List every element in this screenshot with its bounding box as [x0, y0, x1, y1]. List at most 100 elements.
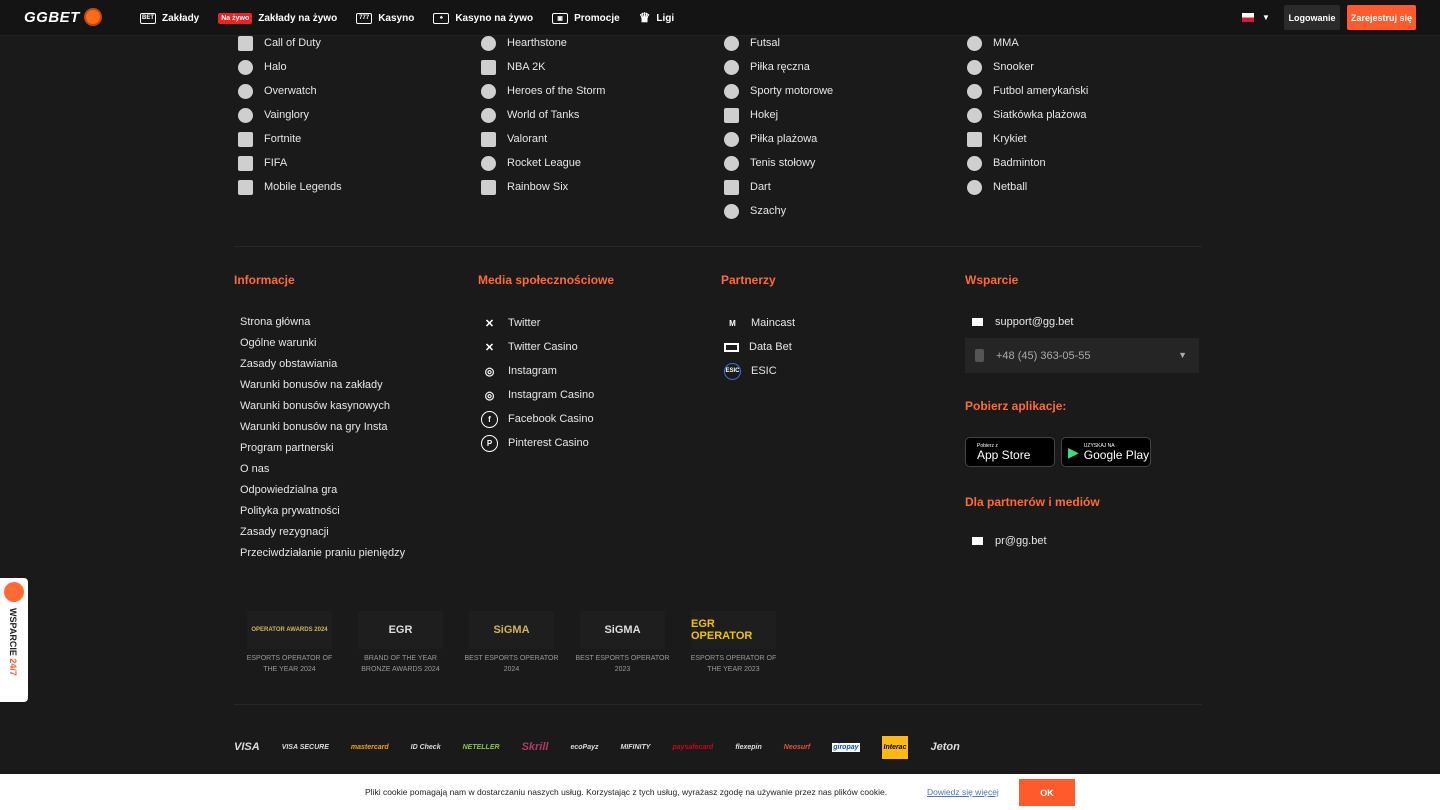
- darts-icon: [724, 179, 739, 195]
- payment-logo: NETELLER: [462, 743, 500, 751]
- info-link[interactable]: Warunki bonusów na zakłady: [240, 374, 405, 395]
- game-link[interactable]: Piłka ręczna: [724, 55, 833, 79]
- social-link-instagram-casino[interactable]: ◎ Instagram Casino: [481, 383, 595, 407]
- halo-icon: [238, 59, 253, 75]
- motorsport-icon: [724, 83, 739, 99]
- chevron-down-icon: ▼: [1178, 350, 1187, 360]
- social-link-twitter[interactable]: ✕ Twitter: [481, 311, 594, 335]
- pr-email[interactable]: pr@gg.bet: [972, 535, 1047, 547]
- game-link[interactable]: Futsal: [724, 31, 833, 55]
- vainglory-icon: [238, 107, 253, 123]
- chevron-down-icon[interactable]: ▼: [1262, 13, 1270, 22]
- cookie-ok-button[interactable]: OK: [1019, 779, 1075, 806]
- app-store-button[interactable]: Pobierz z App Store: [965, 437, 1055, 467]
- game-link[interactable]: Snooker: [967, 55, 1088, 79]
- chat-icon: [4, 582, 24, 602]
- game-link[interactable]: Krykiet: [967, 127, 1088, 151]
- game-link[interactable]: Heroes of the Storm: [481, 79, 605, 103]
- game-link[interactable]: Rocket League: [481, 151, 605, 175]
- game-link[interactable]: Piłka plażowa: [724, 127, 833, 151]
- game-link[interactable]: FIFA: [238, 151, 342, 175]
- game-link[interactable]: Sporty motorowe: [724, 79, 833, 103]
- award-logo: OPERATOR AWARDS 2024: [247, 611, 332, 649]
- nav-zaklady-na-zywo[interactable]: Na żywo Zakłady na żywo: [218, 12, 337, 24]
- game-link[interactable]: Dart: [724, 175, 833, 199]
- info-link[interactable]: Warunki bonusów na gry Insta: [240, 416, 405, 437]
- google-play-button[interactable]: ▶ UZYSKAJ NA Google Play: [1061, 437, 1151, 467]
- cookie-learn-more-link[interactable]: Dowiedz się więcej: [927, 787, 999, 797]
- game-link[interactable]: Hokej: [724, 103, 833, 127]
- game-link[interactable]: Tenis stołowy: [724, 151, 833, 175]
- info-link[interactable]: Polityka prywatności: [240, 500, 405, 521]
- info-link[interactable]: Ogólne warunki: [240, 332, 405, 353]
- futsal-icon: [724, 35, 739, 51]
- phone-select[interactable]: +48 (45) 363-05-55 ▼: [965, 338, 1199, 373]
- info-link[interactable]: O nas: [240, 458, 405, 479]
- payment-logo: giropay: [832, 742, 860, 752]
- award-logo: EGR: [358, 611, 443, 649]
- american-football-icon: [967, 83, 982, 99]
- game-link[interactable]: Overwatch: [238, 79, 342, 103]
- cookie-text: Pliki cookie pomagają nam w dostarczaniu…: [365, 787, 888, 797]
- table-tennis-icon: [724, 155, 739, 171]
- social-link-facebook-casino[interactable]: f Facebook Casino: [481, 407, 594, 431]
- game-link[interactable]: Futbol amerykański: [967, 79, 1088, 103]
- games-column-2: Hearthstone NBA 2K Heroes of the Storm W…: [481, 31, 605, 199]
- game-link[interactable]: Fortnite: [238, 127, 342, 151]
- game-link[interactable]: Vainglory: [238, 103, 342, 127]
- heroes-of-the-storm-icon: [481, 83, 496, 99]
- social-link-twitter-casino[interactable]: ✕ Twitter Casino: [481, 335, 594, 359]
- game-link[interactable]: Badminton: [967, 151, 1088, 175]
- partner-links: M Maincast Data Bet ESIC ESIC: [724, 311, 795, 383]
- info-link[interactable]: Zasady rezygnacji: [240, 521, 405, 542]
- award: SiGMA BEST ESPORTS OPERATOR 2024: [456, 611, 567, 675]
- game-link[interactable]: Netball: [967, 175, 1088, 199]
- game-link[interactable]: Valorant: [481, 127, 605, 151]
- language-flag-icon[interactable]: [1242, 13, 1254, 22]
- bet-icon: BET: [140, 12, 156, 24]
- game-link[interactable]: Call of Duty: [238, 31, 342, 55]
- info-link[interactable]: Strona główna: [240, 311, 405, 332]
- game-link[interactable]: NBA 2K: [481, 55, 605, 79]
- game-link[interactable]: Siatkówka plażowa: [967, 103, 1088, 127]
- partner-link-esic[interactable]: ESIC ESIC: [724, 359, 795, 383]
- social-link-instagram[interactable]: ◎ Instagram: [481, 359, 594, 383]
- divider: [234, 704, 1202, 705]
- info-link[interactable]: Program partnerski: [240, 437, 405, 458]
- info-link[interactable]: Odpowiedzialna gra: [240, 479, 405, 500]
- payment-logo: Skrill: [521, 741, 549, 753]
- game-link[interactable]: MMA: [967, 31, 1088, 55]
- x-icon: ✕: [484, 341, 495, 354]
- partner-link-maincast[interactable]: M Maincast: [724, 311, 795, 335]
- login-button[interactable]: Logowanie: [1284, 5, 1340, 30]
- phone-icon: [975, 349, 984, 362]
- nav-kasyno-na-zywo[interactable]: ♠ Kasyno na żywo: [433, 12, 533, 24]
- hearthstone-icon: [481, 35, 496, 51]
- game-link[interactable]: Szachy: [724, 199, 833, 223]
- partner-link-databet[interactable]: Data Bet: [724, 335, 795, 359]
- badminton-icon: [967, 155, 982, 171]
- nav-zaklady[interactable]: BET Zakłady: [140, 12, 199, 24]
- pr-title: Dla partnerów i mediów: [965, 495, 1100, 509]
- casino-icon: 777: [356, 12, 373, 24]
- payment-logo: Interac: [881, 735, 909, 759]
- game-link[interactable]: Mobile Legends: [238, 175, 342, 199]
- support-email[interactable]: support@gg.bet: [972, 316, 1073, 328]
- register-button[interactable]: Zarejestruj się: [1347, 5, 1416, 30]
- info-link[interactable]: Zasady obstawiania: [240, 353, 405, 374]
- call-of-duty-icon: [238, 35, 253, 51]
- hockey-icon: [724, 107, 739, 123]
- social-link-pinterest-casino[interactable]: P Pinterest Casino: [481, 431, 594, 455]
- ggbet-logo[interactable]: GGBET: [24, 8, 102, 26]
- game-link[interactable]: Hearthstone: [481, 31, 605, 55]
- nav-kasyno[interactable]: 777 Kasyno: [356, 12, 414, 24]
- fortnite-icon: [238, 131, 253, 147]
- game-link[interactable]: Rainbow Six: [481, 175, 605, 199]
- game-link[interactable]: Halo: [238, 55, 342, 79]
- nav-ligi[interactable]: ♛ Ligi: [639, 10, 674, 26]
- game-link[interactable]: World of Tanks: [481, 103, 605, 127]
- nav-promocje[interactable]: ▣ Promocje: [552, 12, 620, 24]
- info-link[interactable]: Warunki bonusów kasynowych: [240, 395, 405, 416]
- support-tab[interactable]: WSPARCIE 24/7: [0, 578, 28, 702]
- info-link[interactable]: Przeciwdziałanie praniu pieniędzy: [240, 542, 405, 563]
